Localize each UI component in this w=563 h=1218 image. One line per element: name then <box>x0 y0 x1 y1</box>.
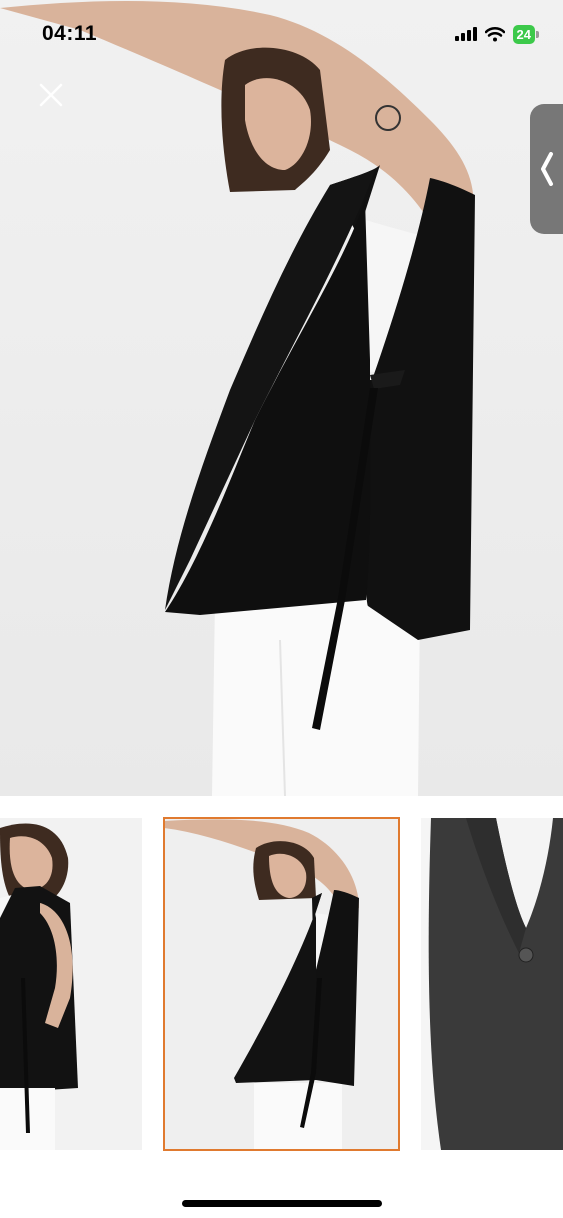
thumbnail-3[interactable] <box>421 818 563 1150</box>
thumbnail-1-image <box>0 818 142 1150</box>
battery-level: 24 <box>512 24 535 44</box>
vest-photo <box>0 0 475 796</box>
battery-charging-icon: 24 <box>512 24 539 44</box>
thumbnail-1[interactable] <box>0 818 142 1150</box>
thumbnail-2-image <box>164 818 399 1150</box>
cellular-signal-icon <box>454 27 477 41</box>
thumbnail-2[interactable] <box>163 817 400 1151</box>
close-icon <box>39 83 63 107</box>
home-indicator[interactable] <box>182 1200 382 1207</box>
status-bar: 04:11 24 <box>0 0 563 68</box>
status-icons: 24 <box>454 24 539 44</box>
main-product-image[interactable] <box>0 0 563 796</box>
status-time: 04:11 <box>42 22 98 45</box>
thumbnail-strip <box>0 817 563 1152</box>
side-panel-tab[interactable] <box>530 104 563 234</box>
wifi-icon <box>484 26 505 41</box>
close-button[interactable] <box>36 80 66 110</box>
battery-cap <box>536 30 539 38</box>
chevron-left-icon <box>541 152 553 186</box>
thumbnail-3-image <box>421 818 563 1150</box>
